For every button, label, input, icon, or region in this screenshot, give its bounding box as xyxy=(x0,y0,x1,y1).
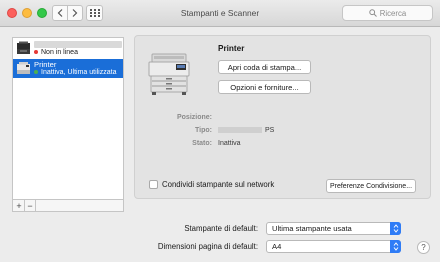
printer-status: Inattiva, Ultima utilizzata xyxy=(34,69,116,76)
kind-value: PS xyxy=(218,127,274,134)
printer-thumbnail-icon xyxy=(17,41,30,54)
status-dot-icon xyxy=(34,70,38,75)
default-paper-label: Dimensioni pagina di default: xyxy=(157,242,258,251)
default-printer-label: Stampante di default: xyxy=(184,224,258,233)
status-dot-icon xyxy=(34,50,38,55)
default-printer-value: Ultima stampante usata xyxy=(272,224,352,233)
remove-printer-button[interactable]: − xyxy=(25,200,36,211)
list-controls: + − xyxy=(12,200,124,212)
search-placeholder: Ricerca xyxy=(379,8,407,18)
share-printer-checkbox[interactable] xyxy=(149,180,158,189)
open-print-queue-button[interactable]: Apri coda di stampa... xyxy=(218,60,311,74)
select-stepper-icon xyxy=(390,222,401,235)
status-label: Stato: xyxy=(192,140,212,147)
options-supplies-button[interactable]: Opzioni e forniture... xyxy=(218,80,311,94)
kind-redacted xyxy=(218,127,262,134)
printer-thumbnail-icon xyxy=(17,62,30,74)
printer-name: Printer xyxy=(34,60,57,69)
share-printer-label: Condividi stampante sul network xyxy=(162,180,275,189)
default-printer-select[interactable]: Ultima stampante usata xyxy=(266,222,401,235)
kind-value-text: PS xyxy=(265,127,275,134)
printer-image-icon xyxy=(148,53,190,95)
kind-label: Tipo: xyxy=(195,127,212,134)
default-paper-select[interactable]: A4 xyxy=(266,240,401,253)
printer-list-item-selected[interactable]: Printer Inattiva, Ultima utilizzata xyxy=(13,59,123,78)
search-field[interactable]: Ricerca xyxy=(342,5,433,21)
printer-name-redacted xyxy=(34,41,122,48)
search-icon xyxy=(369,9,377,17)
printer-status-text: Non in linea xyxy=(41,49,78,56)
printer-list-item[interactable]: Non in linea xyxy=(13,39,123,58)
printer-list: Non in linea Printer Inattiva, Ultima ut… xyxy=(12,37,124,200)
add-printer-button[interactable]: + xyxy=(14,200,25,211)
status-value: Inattiva xyxy=(218,140,241,147)
sharing-preferences-button[interactable]: Preferenze Condivisione... xyxy=(326,179,416,193)
selected-printer-name: Printer xyxy=(218,44,245,53)
help-button[interactable]: ? xyxy=(417,241,430,254)
location-label: Posizione: xyxy=(176,114,212,121)
default-paper-value: A4 xyxy=(272,242,282,251)
printers-window: Stampanti e Scanner Ricerca Non in linea xyxy=(0,0,440,262)
select-stepper-icon xyxy=(390,240,401,253)
title-bar: Stampanti e Scanner Ricerca xyxy=(0,0,440,27)
printer-status: Non in linea xyxy=(34,49,78,56)
printer-status-text: Inattiva, Ultima utilizzata xyxy=(41,69,117,76)
